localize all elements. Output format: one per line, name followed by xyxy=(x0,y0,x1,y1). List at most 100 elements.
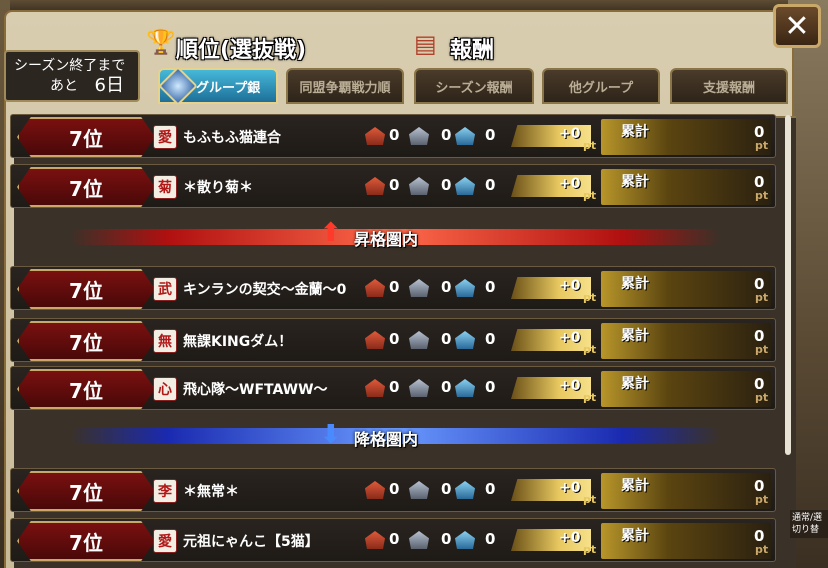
alliance-name: 飛心隊～WFTAWW～ xyxy=(183,382,328,398)
gray-castle-icon xyxy=(409,127,429,145)
down-arrow-icon: ⬇ xyxy=(320,420,342,450)
total-unit: pt xyxy=(755,391,769,404)
tab-alliance-power[interactable]: 同盟争覇戦力順 xyxy=(286,68,404,104)
total-label: 累計 xyxy=(621,478,649,494)
alliance-name: 無課KINGダム！ xyxy=(183,334,293,350)
tab-other-groups[interactable]: 他グループ xyxy=(542,68,660,104)
alliance-name: もふもふ猫連合 xyxy=(183,130,281,146)
total-label: 累計 xyxy=(621,328,649,344)
points-unit: pt xyxy=(583,543,597,556)
blue-castle-icon xyxy=(455,177,475,195)
stat-value-3: 0 xyxy=(485,530,496,548)
total-unit: pt xyxy=(755,139,769,152)
red-castle-icon xyxy=(365,531,385,549)
total-unit: pt xyxy=(755,493,769,506)
stat-value-1: 0 xyxy=(389,378,400,396)
stat-value-1: 0 xyxy=(389,278,400,296)
rank-badge: 7位 xyxy=(17,321,155,361)
stat-value-2: 0 xyxy=(441,378,452,396)
stat-value-2: 0 xyxy=(441,176,452,194)
gray-castle-icon xyxy=(409,279,429,297)
alliance-crest-icon: 愛 xyxy=(153,529,177,553)
total-label: 累計 xyxy=(621,276,649,292)
stat-value-2: 0 xyxy=(441,480,452,498)
stat-value-1: 0 xyxy=(389,126,400,144)
rank-badge: 7位 xyxy=(17,167,155,207)
points-unit: pt xyxy=(583,343,597,356)
close-icon: ✕ xyxy=(784,8,810,44)
red-castle-icon xyxy=(365,379,385,397)
tab-season-rewards[interactable]: シーズン報酬 xyxy=(414,68,534,104)
stat-value-2: 0 xyxy=(441,126,452,144)
stat-value-2: 0 xyxy=(441,278,452,296)
points-gain: +0 xyxy=(559,378,581,394)
stat-value-1: 0 xyxy=(389,176,400,194)
tab-support-rewards[interactable]: 支援報酬 xyxy=(670,68,788,104)
alliance-name: ＊散り菊＊ xyxy=(183,180,253,196)
points-gain: +0 xyxy=(559,330,581,346)
stat-value-3: 0 xyxy=(485,278,496,296)
gray-castle-icon xyxy=(409,481,429,499)
gray-castle-icon xyxy=(409,379,429,397)
blue-castle-icon xyxy=(455,127,475,145)
blue-castle-icon xyxy=(455,279,475,297)
close-button[interactable]: ✕ xyxy=(773,4,821,48)
points-unit: pt xyxy=(583,493,597,506)
stat-value-3: 0 xyxy=(485,480,496,498)
blue-castle-icon xyxy=(455,331,475,349)
total-label: 累計 xyxy=(621,174,649,190)
red-castle-icon xyxy=(365,279,385,297)
points-unit: pt xyxy=(583,291,597,304)
gray-castle-icon xyxy=(409,331,429,349)
tab-label: グループ銀 xyxy=(196,80,261,96)
points-unit: pt xyxy=(583,139,597,152)
ranking-row[interactable]: 7位 李 ＊無常＊ 0 0 0 +0 pt 累計 0 pt xyxy=(10,468,776,512)
rewards-title: 報酬 xyxy=(450,38,495,63)
red-castle-icon xyxy=(365,177,385,195)
points-gain: +0 xyxy=(559,278,581,294)
ranking-row[interactable]: 7位 愛 もふもふ猫連合 0 0 0 +0 pt 累計 0 pt xyxy=(10,114,776,158)
alliance-name: キンランの契交～金蘭～0 xyxy=(183,282,347,298)
ranking-row[interactable]: 7位 武 キンランの契交～金蘭～0 0 0 0 +0 pt 累計 0 pt xyxy=(10,266,776,310)
points-unit: pt xyxy=(583,391,597,404)
alliance-crest-icon: 無 xyxy=(153,329,177,353)
gray-castle-icon xyxy=(409,177,429,195)
points-gain: +0 xyxy=(559,126,581,142)
mode-switch-note[interactable]: 通常/選 切り替 xyxy=(790,510,828,538)
stat-value-2: 0 xyxy=(441,330,452,348)
ranking-row[interactable]: 7位 愛 元祖にゃんこ【5猫】 0 0 0 +0 pt 累計 0 pt xyxy=(10,518,776,562)
total-label: 累計 xyxy=(621,528,649,544)
tab-label: 支援報酬 xyxy=(702,80,755,96)
blue-castle-icon xyxy=(455,481,475,499)
stat-value-3: 0 xyxy=(485,330,496,348)
rank-badge: 7位 xyxy=(17,269,155,309)
red-castle-icon xyxy=(365,481,385,499)
stat-value-3: 0 xyxy=(485,126,496,144)
ranking-row[interactable]: 7位 菊 ＊散り菊＊ 0 0 0 +0 pt 累計 0 pt xyxy=(10,164,776,208)
red-castle-icon xyxy=(365,331,385,349)
alliance-crest-icon: 愛 xyxy=(153,125,177,149)
total-unit: pt xyxy=(755,189,769,202)
stat-value-2: 0 xyxy=(441,530,452,548)
stat-value-3: 0 xyxy=(485,176,496,194)
stat-value-1: 0 xyxy=(389,330,400,348)
season-label: シーズン終了まで xyxy=(14,58,126,74)
ranking-row[interactable]: 7位 無 無課KINGダム！ 0 0 0 +0 pt 累計 0 pt xyxy=(10,318,776,362)
treasure-chest-icon: ▤ xyxy=(414,30,437,58)
alliance-crest-icon: 武 xyxy=(153,277,177,301)
ranking-row[interactable]: 7位 心 飛心隊～WFTAWW～ 0 0 0 +0 pt 累計 0 pt xyxy=(10,366,776,410)
ranking-title: 順位(選抜戦) xyxy=(176,38,307,63)
rank-badge: 7位 xyxy=(17,369,155,409)
alliance-crest-icon: 菊 xyxy=(153,175,177,199)
blue-castle-icon xyxy=(455,531,475,549)
points-gain: +0 xyxy=(559,176,581,192)
scrollbar[interactable] xyxy=(785,115,791,455)
alliance-name: 元祖にゃんこ【5猫】 xyxy=(183,534,319,550)
total-label: 累計 xyxy=(621,124,649,140)
tab-label: 同盟争覇戦力順 xyxy=(299,80,391,96)
season-prefix: あと xyxy=(50,78,78,94)
alliance-name: ＊無常＊ xyxy=(183,484,239,500)
tab-group-silver[interactable]: グループ銀 xyxy=(158,66,278,106)
points-gain: +0 xyxy=(559,480,581,496)
season-days: 6日 xyxy=(94,75,124,96)
